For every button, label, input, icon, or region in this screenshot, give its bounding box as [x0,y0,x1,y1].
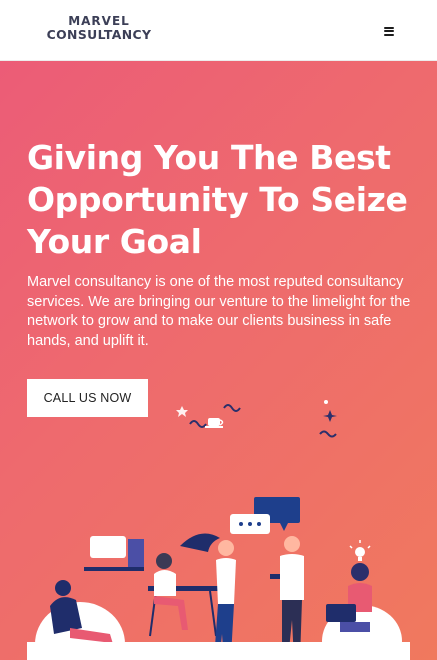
hamburger-menu-icon [384,26,394,36]
menu-button[interactable] [378,22,400,40]
typing-bubble-icon [230,514,270,534]
team-meeting-illustration [35,400,402,660]
hero-title: Giving You The Best Opportunity To Seize… [27,138,408,261]
lightbulb-icon [349,540,371,561]
sparkle-icon [323,410,337,422]
brand-name-line2: CONSULTANCY [46,27,152,42]
squiggle-decoration [319,430,337,438]
hero-description: Marvel consultancy is one of the most re… [27,274,411,349]
dot-decoration [324,400,328,404]
brand-logo[interactable]: MARVEL CONSULTANCY [44,15,154,42]
next-section-card [27,642,410,660]
squiggle-decoration [223,404,241,412]
hero-section: Giving You The Best Opportunity To Seize… [0,61,437,660]
site-header: MARVEL CONSULTANCY [0,0,437,61]
coffee-cup-icon [205,418,224,428]
star-icon [176,406,188,417]
squiggle-decoration [189,420,207,428]
person-at-desk [148,553,218,637]
